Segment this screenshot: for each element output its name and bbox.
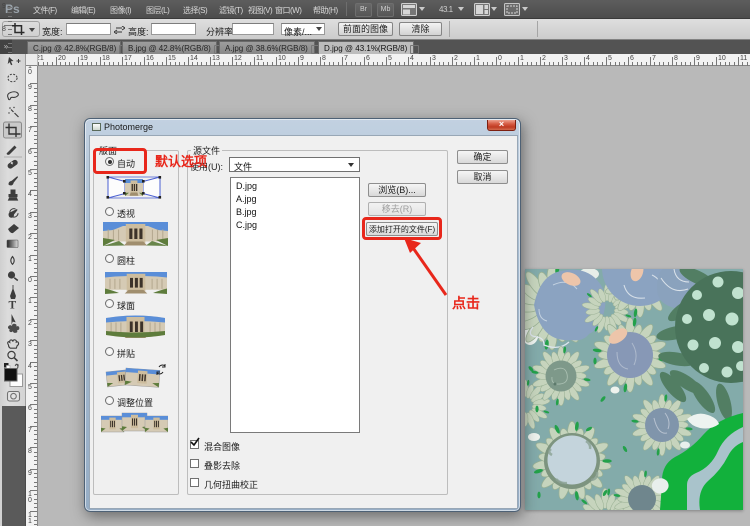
svg-text:T: T	[9, 300, 17, 312]
